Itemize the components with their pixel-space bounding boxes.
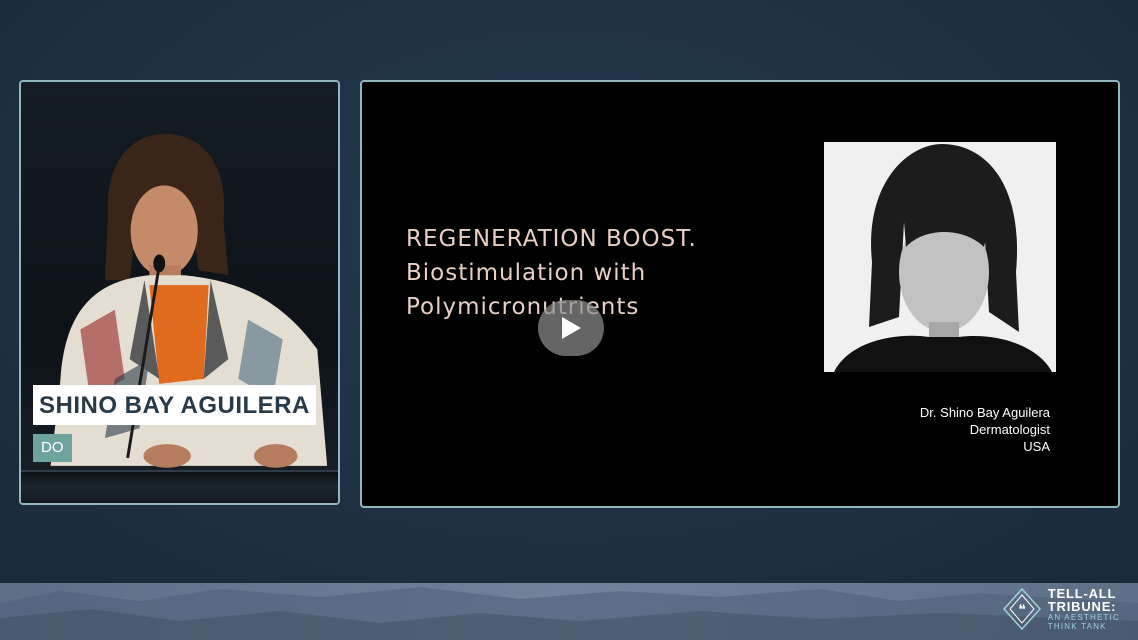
caption-line: Dr. Shino Bay Aguilera bbox=[919, 405, 1050, 420]
slide-title: REGENERATION BOOST. Biostimulation with … bbox=[406, 222, 826, 324]
svg-text:❝: ❝ bbox=[1018, 603, 1026, 618]
tell-all-tribune-logo: ❝ TELL-ALL TRIBUNE: AN AESTHETIC THINK T… bbox=[1002, 587, 1120, 631]
caption-line: Dermatologist bbox=[969, 422, 1050, 437]
speaker-video-panel[interactable]: SHINO BAY AGUILERA DO bbox=[19, 80, 340, 505]
speaker-name-plate: SHINO BAY AGUILERA bbox=[33, 385, 316, 425]
slide-caption: Dr. Shino Bay Aguilera Dermatologist USA bbox=[920, 404, 1050, 455]
podium bbox=[21, 470, 338, 503]
slide-title-line: REGENERATION BOOST. bbox=[406, 226, 697, 252]
logo-line: TRIBUNE: bbox=[1047, 599, 1117, 614]
caption-line: USA bbox=[1023, 439, 1050, 454]
speaker-portrait-photo bbox=[824, 142, 1056, 372]
portrait-figure bbox=[824, 142, 1056, 372]
tribune-quote-diamond-icon: ❝ bbox=[1002, 587, 1041, 631]
logo-text: TELL-ALL TRIBUNE: AN AESTHETIC THINK TAN… bbox=[1048, 587, 1120, 631]
slide-title-line: Polymicronutrients bbox=[406, 294, 640, 320]
play-button[interactable] bbox=[538, 300, 604, 356]
play-icon bbox=[562, 317, 581, 339]
speaker-credential-badge: DO bbox=[33, 434, 72, 462]
logo-subline: THINK TANK bbox=[1047, 622, 1107, 631]
event-banner: ❝ TELL-ALL TRIBUNE: AN AESTHETIC THINK T… bbox=[0, 583, 1138, 640]
banner-crowd-graphic bbox=[0, 587, 1138, 640]
slide-title-line: Biostimulation with bbox=[406, 260, 647, 286]
presentation-slide-panel[interactable]: REGENERATION BOOST. Biostimulation with … bbox=[360, 80, 1120, 508]
logo-subline: AN AESTHETIC bbox=[1047, 613, 1120, 622]
